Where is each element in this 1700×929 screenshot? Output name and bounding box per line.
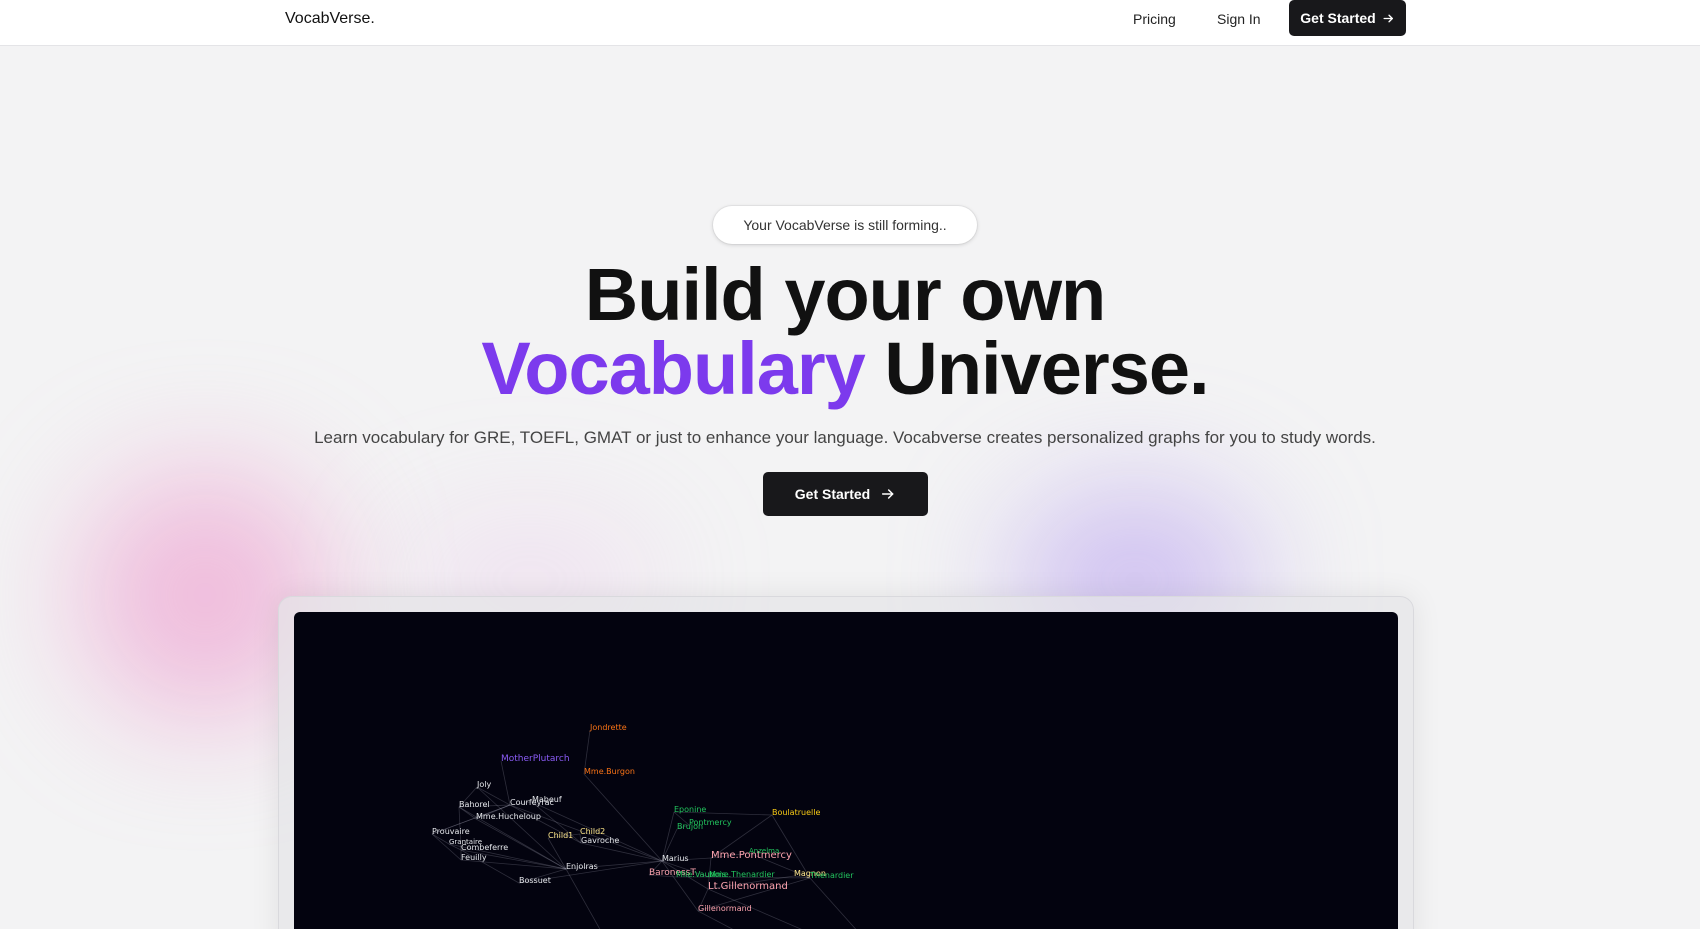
graph-node-label[interactable]: Joly bbox=[476, 780, 491, 789]
nav-get-started-button[interactable]: Get Started bbox=[1289, 0, 1406, 36]
headline-line1: Build your own bbox=[584, 253, 1106, 336]
graph-canvas: Jondrette MotherPlutarch Mme.Burgon Joly Bah… bbox=[431, 723, 857, 929]
graph-node-label[interactable]: Thenardier bbox=[809, 871, 854, 880]
landing-page: VocabVerse. Pricing Sign In Get Started … bbox=[0, 0, 1700, 929]
graph-node-label[interactable]: Prouvaire bbox=[432, 827, 470, 836]
nav-sign-in-link[interactable]: Sign In bbox=[1217, 9, 1261, 29]
graph-labels: Jondrette MotherPlutarch Mme.Burgon Joly Bah… bbox=[432, 723, 854, 913]
top-navbar: VocabVerse. Pricing Sign In Get Started bbox=[0, 0, 1700, 46]
graph-edge bbox=[809, 877, 857, 929]
graph-node-label[interactable]: Boulatruelle bbox=[772, 808, 820, 817]
headline-line2: Vocabulary Universe. bbox=[0, 332, 1690, 406]
graph-node-label[interactable]: Gavroche bbox=[581, 836, 619, 845]
nav-get-started-label: Get Started bbox=[1300, 10, 1376, 26]
graph-node-label[interactable]: Mme.Hucheloup bbox=[476, 812, 541, 821]
graph-node-label[interactable]: Enjolras bbox=[566, 862, 598, 871]
arrow-right-icon bbox=[882, 489, 894, 499]
nav-pricing-link[interactable]: Pricing bbox=[1133, 9, 1176, 29]
graph-edge bbox=[697, 910, 734, 929]
graph-edge bbox=[565, 868, 601, 929]
graph-node-label[interactable]: Lt.Gillenormand bbox=[708, 881, 788, 892]
graph-node-label[interactable]: Feuilly bbox=[461, 853, 487, 862]
graph-edge bbox=[500, 760, 511, 806]
graph-node-label[interactable]: Bossuet bbox=[519, 876, 551, 885]
graph-node-label[interactable]: MotherPlutarch bbox=[501, 754, 570, 764]
graph-edge bbox=[583, 773, 663, 862]
graph-node-label[interactable]: Mme.Burgon bbox=[584, 767, 635, 776]
graph-node-label[interactable]: Mabeuf bbox=[532, 795, 562, 804]
graph-node-label[interactable]: Anzelma bbox=[749, 847, 779, 855]
brand-logo[interactable]: VocabVerse. bbox=[285, 9, 375, 29]
vocabulary-graph[interactable]: Jondrette MotherPlutarch Mme.Burgon Joly Bah… bbox=[294, 612, 1398, 929]
hero-subtitle: Learn vocabulary for GRE, TOEFL, GMAT or… bbox=[314, 428, 1376, 447]
status-badge: Your VocabVerse is still forming.. bbox=[713, 206, 977, 244]
graph-node-label[interactable]: Marius bbox=[662, 854, 689, 863]
headline-rest: Universe. bbox=[884, 327, 1209, 410]
headline-accent-word: Vocabulary bbox=[481, 327, 865, 410]
graph-node-label[interactable]: Mme.Thenardier bbox=[709, 870, 775, 879]
graph-node-label[interactable]: Child2 bbox=[580, 827, 605, 836]
graph-node-label[interactable]: Combeferre bbox=[461, 843, 508, 852]
graph-node-label[interactable]: Jondrette bbox=[589, 723, 627, 732]
graph-node-label[interactable]: Gillenormand bbox=[698, 904, 752, 913]
hero-headline: Build your own Vocabulary Universe. bbox=[0, 258, 1690, 406]
graph-node-label[interactable]: Bahorel bbox=[459, 800, 490, 809]
graph-preview-frame: Jondrette MotherPlutarch Mme.Burgon Joly Bah… bbox=[278, 596, 1414, 929]
graph-node-label[interactable]: Child1 bbox=[548, 831, 573, 840]
hero-get-started-button[interactable]: Get Started bbox=[763, 472, 928, 516]
graph-node-label[interactable]: Brujon bbox=[677, 822, 703, 831]
arrow-right-icon bbox=[1383, 14, 1393, 22]
hero-get-started-label: Get Started bbox=[794, 486, 871, 502]
graph-node-label[interactable]: Eponine bbox=[674, 805, 706, 814]
